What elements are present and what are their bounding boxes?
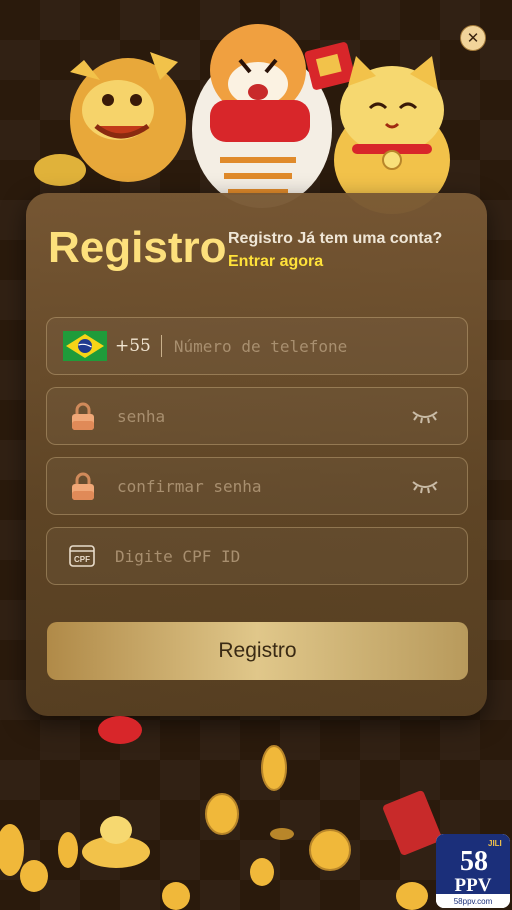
tiger-mascot [192, 24, 356, 208]
dragon-mascot [34, 52, 186, 186]
site-logo: JILI 58 PPV 58ppv.com [436, 834, 510, 908]
have-account-text: Registro Já tem uma conta? [228, 230, 443, 247]
login-link[interactable]: Entrar agora [228, 253, 323, 271]
cpf-input[interactable] [115, 528, 467, 584]
eye-closed-icon[interactable] [411, 408, 439, 424]
divider [160, 335, 162, 357]
phone-input[interactable] [173, 318, 467, 374]
close-button[interactable]: ✕ [460, 25, 486, 51]
register-button[interactable]: Registro [47, 622, 468, 680]
brazil-flag-icon [63, 331, 107, 361]
lock-icon [72, 402, 94, 430]
logo-domain: 58ppv.com [454, 897, 493, 906]
cpf-icon-label: CPF [74, 555, 90, 564]
register-card: Registro Registro Já tem uma conta? Entr… [26, 193, 487, 716]
confirm-password-input[interactable] [117, 458, 411, 514]
close-icon: ✕ [466, 29, 480, 47]
cpf-field[interactable]: CPF [46, 527, 468, 585]
logo-brand: PPV [455, 875, 492, 896]
logo-tag: JILI [488, 839, 502, 848]
logo-number: 58 [460, 846, 488, 877]
password-input[interactable] [117, 388, 411, 444]
page-title: Registro [48, 223, 227, 272]
password-field[interactable] [46, 387, 468, 445]
confirm-password-field[interactable] [46, 457, 468, 515]
lock-icon [72, 472, 94, 500]
logo-mark: JILI 58 PPV 58ppv.com [436, 834, 510, 908]
id-card-icon: CPF [69, 545, 95, 567]
lucky-cat-mascot [334, 56, 450, 214]
dial-code[interactable]: +55 [115, 336, 151, 356]
eye-closed-icon[interactable] [411, 478, 439, 494]
phone-field[interactable]: +55 [46, 317, 468, 375]
